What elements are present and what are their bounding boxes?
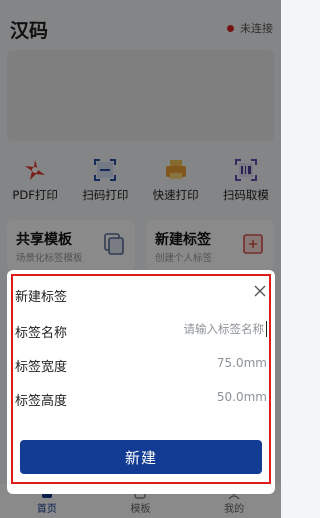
label-width-row[interactable]: 标签宽度 75.0mm — [15, 356, 267, 376]
label-height-label: 标签高度 — [15, 394, 68, 409]
label-name-label: 标签名称 — [15, 326, 68, 341]
label-height-row[interactable]: 标签高度 50.0mm — [15, 390, 267, 410]
label-width-value[interactable]: 75.0mm — [217, 356, 267, 370]
create-button[interactable]: 新建 — [20, 440, 262, 474]
label-height-value[interactable]: 50.0mm — [217, 390, 267, 404]
new-label-dialog: 新建标签 标签名称 标签宽度 75.0mm 标签高度 50.0mm 新建 — [7, 270, 275, 494]
label-name-row: 标签名称 — [15, 321, 267, 342]
close-icon[interactable] — [253, 284, 267, 298]
label-width-label: 标签宽度 — [15, 360, 68, 375]
label-name-input[interactable] — [152, 321, 267, 337]
dialog-title: 新建标签 — [15, 290, 68, 305]
